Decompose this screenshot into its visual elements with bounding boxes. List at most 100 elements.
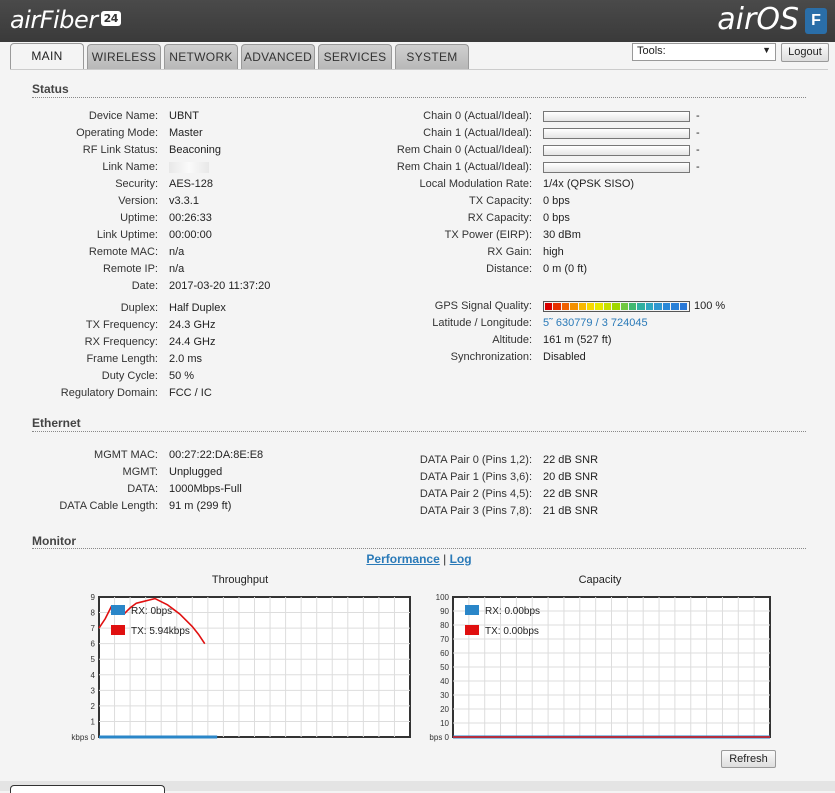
field-label: RX Gain: bbox=[487, 246, 532, 258]
field-value: n/a bbox=[169, 263, 185, 275]
field-value: 0 m (0 ft) bbox=[543, 263, 588, 275]
y-tick-label: 30 bbox=[440, 691, 449, 700]
status-divider bbox=[32, 97, 806, 98]
field-value: 0 bps bbox=[543, 212, 570, 224]
y-tick-label: 50 bbox=[440, 663, 449, 672]
field-value: 2017-03-20 11:37:20 bbox=[169, 280, 271, 292]
field-label: TX Frequency: bbox=[85, 319, 158, 331]
location-link[interactable]: 5˜ 630779 / 3 724045 bbox=[543, 317, 648, 329]
gps-meter-segment bbox=[553, 303, 561, 310]
field-label: Remote IP: bbox=[102, 263, 158, 275]
field-label: Duplex: bbox=[120, 302, 158, 314]
throughput-chart-title: Throughput bbox=[211, 574, 269, 586]
field-label: DATA: bbox=[127, 483, 158, 495]
field-value: 00:00:00 bbox=[169, 229, 212, 241]
taskbar-item[interactable] bbox=[10, 785, 165, 793]
field-label: Altitude: bbox=[492, 334, 532, 346]
field-value: n/a bbox=[169, 246, 185, 258]
y-tick-label: 8 bbox=[91, 609, 96, 618]
brand-badge-24: 24 bbox=[100, 11, 121, 26]
gps-meter-segment bbox=[671, 303, 679, 310]
field-label: Latitude / Longitude: bbox=[432, 317, 532, 329]
tab-wireless[interactable]: WIRELESS bbox=[87, 44, 161, 69]
y-tick-label: 80 bbox=[440, 621, 449, 630]
y-tick-label: 20 bbox=[440, 705, 449, 714]
capacity-chart: bps 0 10 20 30 40 50 60 70 80 90 100 RX: 0.00bps TX:… bbox=[429, 593, 771, 742]
tools-select[interactable]: Tools: ▼ bbox=[632, 43, 776, 61]
chain-signal-bar bbox=[543, 145, 690, 156]
field-value: 24.4 GHz bbox=[169, 336, 216, 348]
field-value: 00:26:33 bbox=[169, 212, 212, 224]
field-value: 50 % bbox=[169, 370, 195, 382]
field-label: DATA Pair 3 (Pins 7,8): bbox=[419, 505, 532, 517]
field-value: 1000Mbps-Full bbox=[169, 483, 242, 495]
gps-signal-meter bbox=[543, 301, 690, 312]
field-label: RX Capacity: bbox=[467, 212, 532, 224]
performance-link[interactable]: Performance bbox=[366, 552, 439, 566]
capacity-chart-title: Capacity bbox=[578, 574, 622, 586]
field-label: Device Name: bbox=[88, 110, 158, 122]
field-label: Link Uptime: bbox=[96, 229, 158, 241]
chain-signal-bar bbox=[543, 128, 690, 139]
y-tick-label: 70 bbox=[440, 635, 449, 644]
dropdown-arrow-icon: ▼ bbox=[762, 45, 771, 55]
refresh-button[interactable]: Refresh bbox=[721, 750, 776, 768]
gps-meter-segment bbox=[654, 303, 662, 310]
field-value: AES-128 bbox=[169, 178, 214, 190]
tab-services[interactable]: SERVICES bbox=[318, 44, 392, 69]
field-label: TX Power (EIRP): bbox=[444, 229, 532, 241]
chain-signal-bar bbox=[543, 162, 690, 173]
legend-swatch bbox=[465, 625, 479, 635]
field-label: Remote MAC: bbox=[88, 246, 158, 258]
monitor-divider bbox=[32, 548, 806, 549]
tab-network[interactable]: NETWORK bbox=[164, 44, 238, 69]
field-value: UBNT bbox=[169, 110, 199, 122]
chain-label: Rem Chain 1 (Actual/Ideal): bbox=[396, 161, 532, 173]
field-value: Disabled bbox=[543, 351, 586, 363]
y-tick-label: 6 bbox=[91, 640, 96, 649]
field-label: Distance: bbox=[486, 263, 532, 275]
brand-name: airFiber bbox=[10, 6, 98, 34]
field-value: Beaconing bbox=[169, 144, 221, 156]
throughput-chart: kbps 0 1 2 3 4 5 6 7 8 9 RX: 0bps TX: 5.94kbps bbox=[71, 593, 411, 742]
y-tick-label: 2 bbox=[91, 702, 96, 711]
field-label: RX Frequency: bbox=[84, 336, 158, 348]
legend-label: TX: 5.94kbps bbox=[131, 626, 190, 637]
field-label: MGMT: bbox=[122, 466, 158, 478]
legend-swatch bbox=[465, 605, 479, 615]
field-label: Security: bbox=[115, 178, 158, 190]
y-tick-label: 9 bbox=[91, 593, 96, 602]
tab-advanced[interactable]: ADVANCED bbox=[241, 44, 315, 69]
field-label: DATA Pair 1 (Pins 3,6): bbox=[419, 471, 532, 483]
field-label: Uptime: bbox=[120, 212, 158, 224]
airos-f-badge: F bbox=[805, 8, 827, 34]
gps-meter-segment bbox=[603, 303, 612, 310]
field-label: Version: bbox=[118, 195, 158, 207]
field-value: 21 dB SNR bbox=[543, 505, 599, 517]
y-tick-label: bps 0 bbox=[429, 733, 449, 742]
field-label: MGMT MAC: bbox=[94, 449, 158, 461]
field-label: DATA Cable Length: bbox=[59, 500, 158, 512]
field-value: 24.3 GHz bbox=[169, 319, 216, 331]
field-value: 91 m (299 ft) bbox=[169, 500, 232, 512]
gps-meter-segment bbox=[570, 303, 578, 310]
legend-swatch bbox=[111, 605, 125, 615]
chain-label: Chain 1 (Actual/Ideal): bbox=[423, 127, 532, 139]
gps-meter-segment bbox=[679, 303, 687, 310]
field-value: FCC / IC bbox=[169, 387, 212, 399]
tab-system[interactable]: SYSTEM bbox=[395, 44, 469, 69]
legend-swatch bbox=[111, 625, 125, 635]
airos-logo: airOS bbox=[717, 2, 799, 37]
field-label: Frame Length: bbox=[86, 353, 158, 365]
log-link[interactable]: Log bbox=[450, 552, 472, 566]
logout-button[interactable]: Logout bbox=[781, 43, 829, 62]
redacted-value bbox=[169, 162, 209, 173]
chain-value: - bbox=[696, 127, 700, 139]
field-label: Link Name: bbox=[102, 161, 158, 173]
y-tick-label: 90 bbox=[440, 607, 449, 616]
tab-main[interactable]: MAIN bbox=[10, 43, 84, 70]
chain-label: Chain 0 (Actual/Ideal): bbox=[423, 110, 532, 122]
gps-meter-segment bbox=[629, 303, 637, 310]
tools-select-label: Tools: bbox=[637, 45, 666, 57]
gps-meter-segment bbox=[637, 303, 645, 310]
